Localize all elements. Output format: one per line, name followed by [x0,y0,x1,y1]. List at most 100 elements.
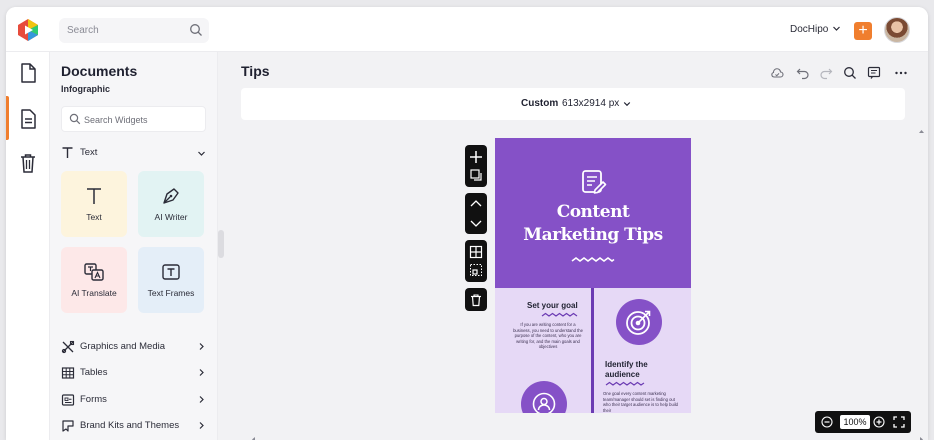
delete-toolbar [465,288,487,311]
person-target-icon [532,392,556,413]
goal-heading: Set your goal [527,301,578,310]
more-options-icon[interactable] [894,66,908,80]
create-new-button[interactable]: + [854,22,872,40]
fullscreen-icon[interactable] [893,416,905,428]
table-icon [61,367,75,379]
grid-layout-icon[interactable] [468,244,484,260]
text-frame-icon [162,264,180,280]
text-section-label: Text [80,147,98,158]
chevron-right-icon [199,396,204,403]
app-window: DocHipo + Documents Infographic Text Tex… [6,7,928,440]
zoom-control: 100% [815,411,911,433]
brand-selector[interactable]: DocHipo [790,24,828,35]
form-icon [61,394,75,406]
cloud-save-icon[interactable] [770,66,784,80]
duplicate-page-icon[interactable] [468,167,484,183]
panel-subtitle: Infographic [61,84,110,94]
audience-body: One goal every content marketing team/ma… [603,391,678,413]
left-rail [6,52,50,440]
widget-search[interactable] [61,106,206,132]
chevron-right-icon [199,343,204,350]
audience-heading-line2: audience [605,370,640,379]
move-up-icon[interactable] [468,196,484,212]
chevron-right-icon [199,369,204,376]
size-preset-label: Custom [521,98,559,109]
zoom-out-icon[interactable] [821,416,833,428]
active-indicator [6,96,9,140]
row-label: Graphics and Media [80,341,166,352]
row-label: Brand Kits and Themes [80,420,180,431]
search-icon [69,113,81,125]
user-avatar[interactable] [884,17,910,43]
scroll-left-icon[interactable] [250,436,257,440]
top-bar: DocHipo + [6,7,928,52]
text-tile[interactable]: Text [61,171,127,237]
grid-toolbar [465,240,487,282]
wave-underline-icon [541,312,578,317]
hero-title-line1: Content [556,202,630,222]
chevron-down-icon[interactable] [197,149,206,158]
chevron-down-icon [623,102,631,107]
ai-writer-tile[interactable]: AI Writer [138,171,204,237]
row-label: Forms [80,394,107,405]
target-badge [616,299,662,345]
translate-icon [84,263,104,281]
wave-underline-icon [605,381,645,386]
size-dimensions: 613x2914 px [562,98,620,109]
widgets-panel: Documents Infographic Text Text AI Write… [50,52,218,440]
forms-row[interactable]: Forms [61,391,206,409]
documents-icon[interactable] [18,108,38,130]
search-icon[interactable] [189,23,203,37]
add-page-icon[interactable] [468,149,484,165]
hero-title-line2: Marketing Tips [523,225,663,245]
scroll-up-icon[interactable] [918,128,925,135]
undo-icon[interactable] [796,66,810,80]
comment-icon[interactable] [867,66,881,80]
target-icon [626,310,651,335]
audience-heading-line1: Identify the [605,360,648,369]
new-document-icon[interactable] [18,62,38,84]
global-search[interactable] [59,18,209,43]
document-edit-icon [582,170,607,194]
brand-kit-icon [62,420,74,432]
trash-icon[interactable] [18,152,38,174]
move-page-toolbar [465,193,487,234]
row-label: Tables [80,367,108,378]
page-size-selector[interactable]: Custom 613x2914 px [241,88,905,120]
infographic-page[interactable]: Content Marketing Tips Set your goal If … [495,138,691,413]
search-icon[interactable] [843,66,857,80]
tile-label: AI Writer [154,212,188,222]
graphics-and-media-row[interactable]: Graphics and Media [61,338,206,356]
tile-label: Text [86,212,102,222]
chevron-right-icon [199,422,204,429]
brand-kits-row[interactable]: Brand Kits and Themes [61,417,206,435]
widget-search-input[interactable] [84,112,199,127]
hero-banner[interactable]: Content Marketing Tips [495,138,691,288]
delete-page-icon[interactable] [468,292,484,308]
scroll-right-icon[interactable] [918,436,925,440]
text-t-icon [62,147,73,158]
move-down-icon[interactable] [468,215,484,231]
graphics-icon [61,340,75,354]
goal-body: If you are writing content for a busines… [513,322,583,350]
zoom-level[interactable]: 100% [840,415,870,429]
document-title[interactable]: Tips [241,63,270,79]
text-icon [87,188,101,204]
pen-nib-icon [163,188,179,204]
ai-translate-tile[interactable]: AI Translate [61,247,127,313]
text-frames-tile[interactable]: Text Frames [138,247,204,313]
app-logo-icon[interactable] [16,18,40,42]
audience-badge [521,381,567,413]
global-search-input[interactable] [67,22,177,39]
tables-row[interactable]: Tables [61,364,206,382]
chevron-down-icon[interactable] [832,24,841,33]
add-duplicate-toolbar [465,145,487,187]
select-area-icon[interactable] [468,262,484,278]
timeline-line [591,288,594,413]
redo-icon[interactable] [819,66,833,80]
zoom-in-icon[interactable] [873,416,885,428]
tile-label: AI Translate [71,288,117,298]
text-section-header[interactable]: Text [61,144,206,162]
panel-collapse-handle[interactable] [218,230,224,258]
wave-divider-icon [571,257,615,262]
